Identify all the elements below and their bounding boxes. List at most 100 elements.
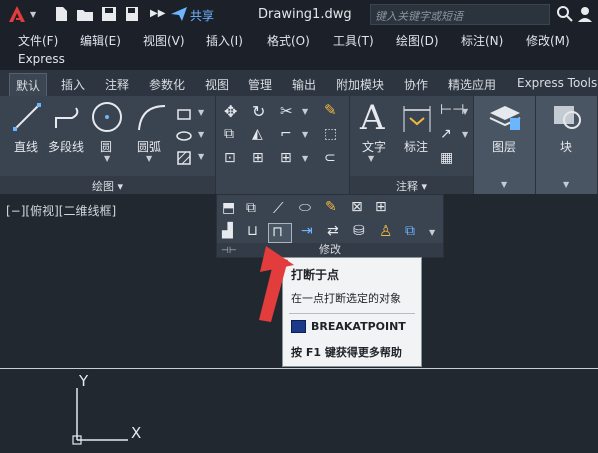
linear-dimension-icon[interactable]: ⊢⊣ xyxy=(440,102,464,118)
tab-view[interactable]: 视图 xyxy=(205,76,229,93)
extend-tool-icon[interactable]: ⟋ xyxy=(273,199,284,217)
align-tool-icon[interactable]: ⊞ xyxy=(375,199,387,215)
fillet-tool-icon[interactable]: ⌐ xyxy=(280,126,292,142)
draw-order-dropdown-icon[interactable]: ▼ xyxy=(429,228,435,237)
linear-dimension-dropdown-icon[interactable]: ▼ xyxy=(462,107,468,116)
circle-tool-icon[interactable] xyxy=(90,100,124,134)
trim-tool-icon[interactable]: ✂ xyxy=(280,102,293,120)
menu-draw[interactable]: 绘图(D) xyxy=(396,32,439,49)
break-tool-icon[interactable]: ⊔ xyxy=(247,223,258,239)
more-tools-icon[interactable]: ▶▶ xyxy=(150,8,168,26)
polyline-tool-label[interactable]: 多段线 xyxy=(48,138,84,155)
block-icon[interactable] xyxy=(550,102,584,132)
draw-order-icon[interactable]: ⧉ xyxy=(405,223,415,239)
modify-panel-footer[interactable]: 修改 xyxy=(217,243,443,257)
set-layer-icon[interactable]: ▟ xyxy=(222,223,233,239)
arc-tool-label[interactable]: 圆弧 xyxy=(137,138,161,155)
tab-annotate[interactable]: 注释 xyxy=(105,76,129,93)
share-icon[interactable] xyxy=(170,5,188,23)
copy-tool-icon[interactable]: ⧉ xyxy=(224,126,234,142)
autocad-logo-icon[interactable] xyxy=(6,3,28,25)
tab-parametric[interactable]: 参数化 xyxy=(149,76,185,93)
app-menu-chevron-icon[interactable]: ▼ xyxy=(30,10,36,19)
reverse-tool-icon[interactable]: ⇄ xyxy=(327,223,339,239)
pin-panel-icon[interactable]: ⊣⊢ xyxy=(221,246,237,256)
tab-output[interactable]: 输出 xyxy=(292,76,316,93)
layers-label[interactable]: 图层 xyxy=(492,138,516,155)
block-label[interactable]: 块 xyxy=(560,138,572,155)
tab-addins[interactable]: 附加模块 xyxy=(336,76,384,93)
block-panel[interactable]: 块 ▼ xyxy=(536,96,598,194)
tab-insert[interactable]: 插入 xyxy=(61,76,85,93)
dimension-tool-icon[interactable] xyxy=(400,104,434,134)
menu-tools[interactable]: 工具(T) xyxy=(333,32,374,49)
tab-featured-apps[interactable]: 精选应用 xyxy=(448,76,496,93)
open-folder-icon[interactable] xyxy=(76,5,94,23)
array-tool-icon[interactable]: ⊞ xyxy=(280,150,292,166)
draw-panel-footer[interactable]: 绘图 ▾ xyxy=(0,176,215,194)
ellipse-dropdown-icon[interactable]: ▼ xyxy=(198,130,204,139)
join-tool-icon[interactable]: ⇥ xyxy=(301,223,313,239)
offset-tool-icon[interactable]: ⊂ xyxy=(324,150,336,166)
tab-default[interactable]: 默认 xyxy=(9,73,48,96)
text-dropdown-icon[interactable]: ▼ xyxy=(368,154,374,163)
save-as-icon[interactable] xyxy=(124,5,142,23)
lengthen-tool-icon[interactable]: ⬭ xyxy=(299,200,311,216)
arc-dropdown-icon[interactable]: ▼ xyxy=(146,154,152,163)
scale-tool-icon[interactable]: ⊞ xyxy=(252,150,264,166)
layers-icon[interactable] xyxy=(488,102,522,132)
fillet-dropdown-icon[interactable]: ▼ xyxy=(302,130,308,139)
annotation-panel-footer[interactable]: 注释 ▾ xyxy=(350,176,473,194)
menu-file[interactable]: 文件(F) xyxy=(18,32,58,49)
share-label[interactable]: 共享 xyxy=(190,7,214,24)
circle-tool-label[interactable]: 圆 xyxy=(100,138,112,155)
new-file-icon[interactable] xyxy=(52,5,70,23)
save-icon[interactable] xyxy=(100,5,118,23)
ellipse-tool-icon[interactable] xyxy=(176,128,192,144)
trim-dropdown-icon[interactable]: ▼ xyxy=(302,107,308,116)
rotate-tool-icon[interactable]: ↻ xyxy=(252,102,265,121)
break-at-point-button[interactable]: ⊓ xyxy=(268,223,292,243)
move-tool-icon[interactable]: ✥ xyxy=(224,102,237,121)
hatch-tool-icon[interactable] xyxy=(176,150,192,166)
line-tool-label[interactable]: 直线 xyxy=(14,138,38,155)
circle-dropdown-icon[interactable]: ▼ xyxy=(104,154,110,163)
block-dropdown-icon[interactable]: ▼ xyxy=(563,180,569,189)
leader-dropdown-icon[interactable]: ▼ xyxy=(462,130,468,139)
line-tool-icon[interactable] xyxy=(12,102,42,132)
erase-tool-icon[interactable]: ✎ xyxy=(324,101,337,119)
menu-dimension[interactable]: 标注(N) xyxy=(461,32,503,49)
tab-manage[interactable]: 管理 xyxy=(248,76,272,93)
text-tool-icon[interactable]: A xyxy=(360,98,385,138)
arc-tool-icon[interactable] xyxy=(135,102,169,134)
edit-polyline-icon[interactable]: ⬒ xyxy=(222,200,235,216)
dimension-tool-label[interactable]: 标注 xyxy=(404,138,428,155)
explode-tool-icon[interactable]: ⬚ xyxy=(324,126,337,142)
mirror-tool-icon[interactable]: ◭ xyxy=(252,126,263,142)
tab-collaborate[interactable]: 协作 xyxy=(404,76,428,93)
layers-panel[interactable]: 图层 ▼ xyxy=(474,96,536,194)
layers-dropdown-icon[interactable]: ▼ xyxy=(501,180,507,189)
erase-object-icon[interactable]: ✎ xyxy=(325,199,337,215)
rectangle-tool-icon[interactable] xyxy=(176,106,192,122)
menu-insert[interactable]: 插入(I) xyxy=(206,32,243,49)
menu-view[interactable]: 视图(V) xyxy=(143,32,185,49)
chamfer-tool-icon[interactable]: ⊠ xyxy=(351,199,363,215)
table-tool-icon[interactable]: ▦ xyxy=(440,150,453,166)
menu-modify[interactable]: 修改(M) xyxy=(526,32,570,49)
leader-tool-icon[interactable]: ↗ xyxy=(440,126,452,142)
viewport-controls[interactable]: [−][俯视][二维线框] xyxy=(6,202,116,219)
hatch-dropdown-icon[interactable]: ▼ xyxy=(198,152,204,161)
search-icon[interactable] xyxy=(556,5,574,23)
text-tool-label[interactable]: 文字 xyxy=(362,138,386,155)
stretch-tool-icon[interactable]: ⊡ xyxy=(224,150,236,166)
copy-nested-icon[interactable]: ⛁ xyxy=(353,223,365,239)
menu-format[interactable]: 格式(O) xyxy=(267,32,310,49)
search-input[interactable]: 键入关键字或短语 xyxy=(370,4,550,25)
polyline-tool-icon[interactable] xyxy=(52,104,84,132)
edit-spline-icon[interactable]: ⧉ xyxy=(246,200,256,216)
menu-express[interactable]: Express xyxy=(18,52,65,66)
array-dropdown-icon[interactable]: ▼ xyxy=(302,154,308,163)
delete-duplicates-icon[interactable]: ♙ xyxy=(379,222,392,240)
rectangle-dropdown-icon[interactable]: ▼ xyxy=(198,108,204,117)
